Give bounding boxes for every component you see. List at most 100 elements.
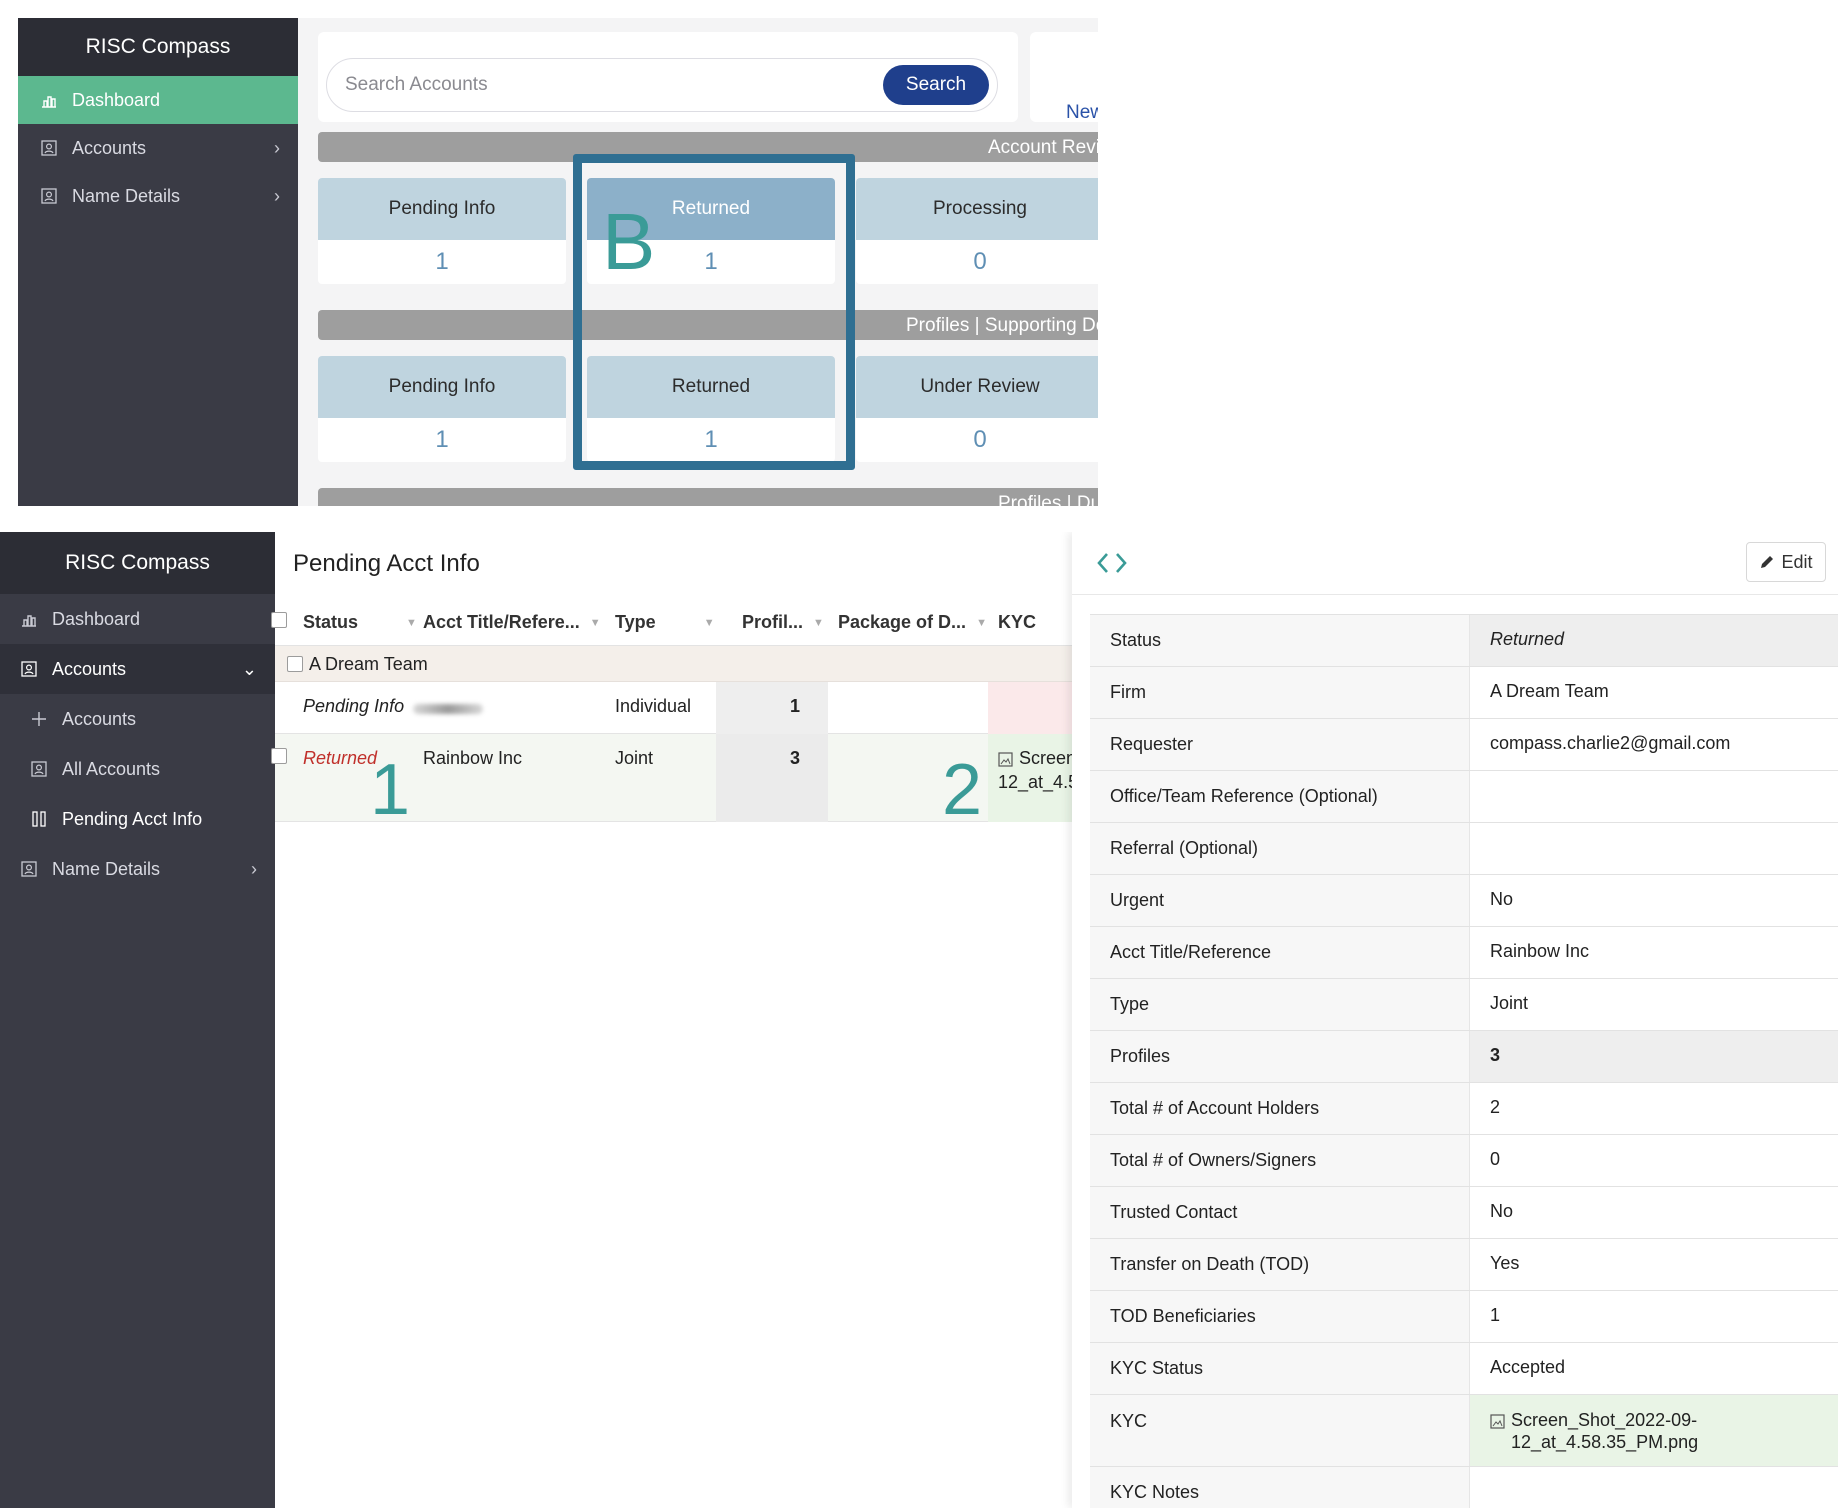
detail-row-urgent: Urgent No <box>1090 875 1838 927</box>
detail-row-tod-beneficiaries: TOD Beneficiaries 1 <box>1090 1291 1838 1343</box>
column-header-profiles[interactable]: Profil... ▼ <box>742 612 824 633</box>
prev-next-arrows-icon[interactable] <box>1094 550 1130 576</box>
annotation-marker-2: 2 <box>942 750 983 830</box>
annotation-marker-1: 1 <box>370 750 411 830</box>
column-header-type[interactable]: Type ▼ <box>615 612 715 633</box>
detail-row-profiles: Profiles 3 <box>1090 1031 1838 1083</box>
sort-icon[interactable]: ▼ <box>813 617 824 629</box>
search-button[interactable]: Search <box>883 65 989 105</box>
sidebar-item-label: Name Details <box>72 185 181 206</box>
sidebar-item-all-accounts[interactable]: All Accounts <box>0 744 275 794</box>
detail-row-trusted-contact: Trusted Contact No <box>1090 1187 1838 1239</box>
dashboard-icon <box>40 91 58 109</box>
sidebar-item-pending-acct-info[interactable]: Pending Acct Info <box>0 794 275 844</box>
plus-icon <box>30 710 48 728</box>
table-row[interactable]: Pending Info Individual 1 <box>275 682 1078 734</box>
annotation-marker-b: B <box>602 197 656 286</box>
status-cell: Returned <box>303 748 378 768</box>
new-account-card[interactable]: New <box>1030 32 1098 122</box>
detail-row-status: Status Returned <box>1090 615 1838 667</box>
sidebar-item-label: Dashboard <box>72 89 161 110</box>
sidebar-item-name-details[interactable]: Name Details › <box>0 844 275 894</box>
stat-card-label: Pending Info <box>318 356 566 418</box>
sidebar-item-label: Accounts <box>72 137 147 158</box>
sort-icon[interactable]: ▼ <box>704 617 715 629</box>
kyc-file-link[interactable]: Screen_Shot_2022-09- 12_at_4.58.35_PM.pn… <box>1470 1395 1838 1466</box>
detail-row-owners-signers: Total # of Owners/Signers 0 <box>1090 1135 1838 1187</box>
accounts-icon <box>20 660 38 678</box>
stat-card-processing[interactable]: Processing 0 <box>856 178 1098 284</box>
accounts-icon <box>30 760 48 778</box>
chevron-right-icon: › <box>251 858 257 879</box>
sidebar-item-dashboard[interactable]: Dashboard <box>18 76 298 124</box>
sidebar-item-new-account[interactable]: Accounts <box>0 694 275 744</box>
detail-row-type: Type Joint <box>1090 979 1838 1031</box>
detail-row-firm: Firm A Dream Team <box>1090 667 1838 719</box>
search-card: Search <box>318 32 1018 122</box>
search-input[interactable] <box>343 71 883 99</box>
detail-row-acct-title: Acct Title/Reference Rainbow Inc <box>1090 927 1838 979</box>
row-checkbox[interactable] <box>271 748 287 764</box>
column-header-kyc[interactable]: KYC <box>998 612 1036 633</box>
detail-row-referral: Referral (Optional) <box>1090 823 1838 875</box>
stat-card-value: 0 <box>973 426 987 453</box>
column-header-acct-title[interactable]: Acct Title/Refere... ▼ <box>423 612 601 633</box>
page-title: Pending Acct Info <box>293 550 480 577</box>
sidebar-item-label: Dashboard <box>52 608 141 629</box>
sidebar: RISC Compass Dashboard Accounts ⌄ Accoun… <box>0 532 275 1508</box>
group-label: A Dream Team <box>309 654 428 674</box>
detail-row-requester: Requester compass.charlie2@gmail.com <box>1090 719 1838 771</box>
status-cell: Pending Info <box>303 696 405 716</box>
sidebar-item-dashboard[interactable]: Dashboard <box>0 594 275 644</box>
search-box: Search <box>326 58 998 112</box>
select-all-checkbox[interactable] <box>271 612 287 628</box>
pending-acct-info-screenshot: RISC Compass Dashboard Accounts ⌄ Accoun… <box>0 532 1838 1508</box>
sidebar-item-label: Accounts <box>52 658 127 679</box>
app-title: RISC Compass <box>0 532 275 594</box>
stat-card-under-review[interactable]: Under Review 0 <box>856 356 1098 462</box>
detail-row-kyc: KYC Screen_Shot_2022-09- 12_at_4.58.35_P… <box>1090 1395 1838 1467</box>
detail-row-office-team-ref: Office/Team Reference (Optional) <box>1090 771 1838 823</box>
stat-card-label: Pending Info <box>318 178 566 240</box>
detail-row-kyc-status: KYC Status Accepted <box>1090 1343 1838 1395</box>
stat-card-value: 1 <box>435 248 449 275</box>
sidebar-item-label: Accounts <box>62 708 137 729</box>
new-account-link[interactable]: New <box>1066 102 1098 122</box>
detail-row-account-holders: Total # of Account Holders 2 <box>1090 1083 1838 1135</box>
stat-card-label: Under Review <box>856 356 1098 418</box>
image-file-icon <box>998 752 1013 767</box>
stat-card-pending-info-2[interactable]: Pending Info 1 <box>318 356 566 462</box>
sidebar-item-accounts[interactable]: Accounts ⌄ <box>0 644 275 694</box>
sidebar-item-name-details[interactable]: Name Details › <box>18 172 298 220</box>
name-details-icon <box>20 860 38 878</box>
sort-icon[interactable]: ▼ <box>590 617 601 629</box>
chevron-down-icon: ⌄ <box>241 658 257 679</box>
app-title: RISC Compass <box>18 18 298 76</box>
sort-icon[interactable]: ▼ <box>976 617 987 629</box>
sidebar-item-label: All Accounts <box>62 758 161 779</box>
table-header: Status ▼ Acct Title/Refere... ▼ Type ▼ Prof… <box>271 594 1075 646</box>
detail-row-tod: Transfer on Death (TOD) Yes <box>1090 1239 1838 1291</box>
dashboard-icon <box>20 610 38 628</box>
redacted-title <box>413 704 483 714</box>
type-cell: Individual <box>615 696 692 716</box>
sidebar-item-accounts[interactable]: Accounts › <box>18 124 298 172</box>
sort-icon[interactable]: ▼ <box>406 617 417 629</box>
column-header-status[interactable]: Status ▼ <box>303 612 417 633</box>
kyc-file-link-line2[interactable]: 12_at_4.5 <box>998 772 1078 793</box>
kyc-file-link[interactable]: Screen <box>998 748 1076 769</box>
columns-icon <box>30 810 48 828</box>
group-row[interactable]: A Dream Team <box>275 646 1075 682</box>
detail-panel: Edit Status Returned Firm A Dream Team Req… <box>1072 532 1838 1508</box>
name-details-icon <box>40 187 58 205</box>
column-header-package[interactable]: Package of D... ▼ <box>838 612 987 633</box>
pencil-icon <box>1761 556 1774 568</box>
stat-card-pending-info[interactable]: Pending Info 1 <box>318 178 566 284</box>
profiles-cell: 1 <box>790 696 801 716</box>
detail-table: Status Returned Firm A Dream Team Requeste… <box>1090 614 1838 1508</box>
group-checkbox[interactable] <box>287 656 303 672</box>
detail-row-kyc-notes: KYC Notes <box>1090 1467 1838 1508</box>
edit-button[interactable]: Edit <box>1746 542 1826 582</box>
chevron-right-icon: › <box>274 185 280 206</box>
type-cell: Joint <box>615 748 654 768</box>
